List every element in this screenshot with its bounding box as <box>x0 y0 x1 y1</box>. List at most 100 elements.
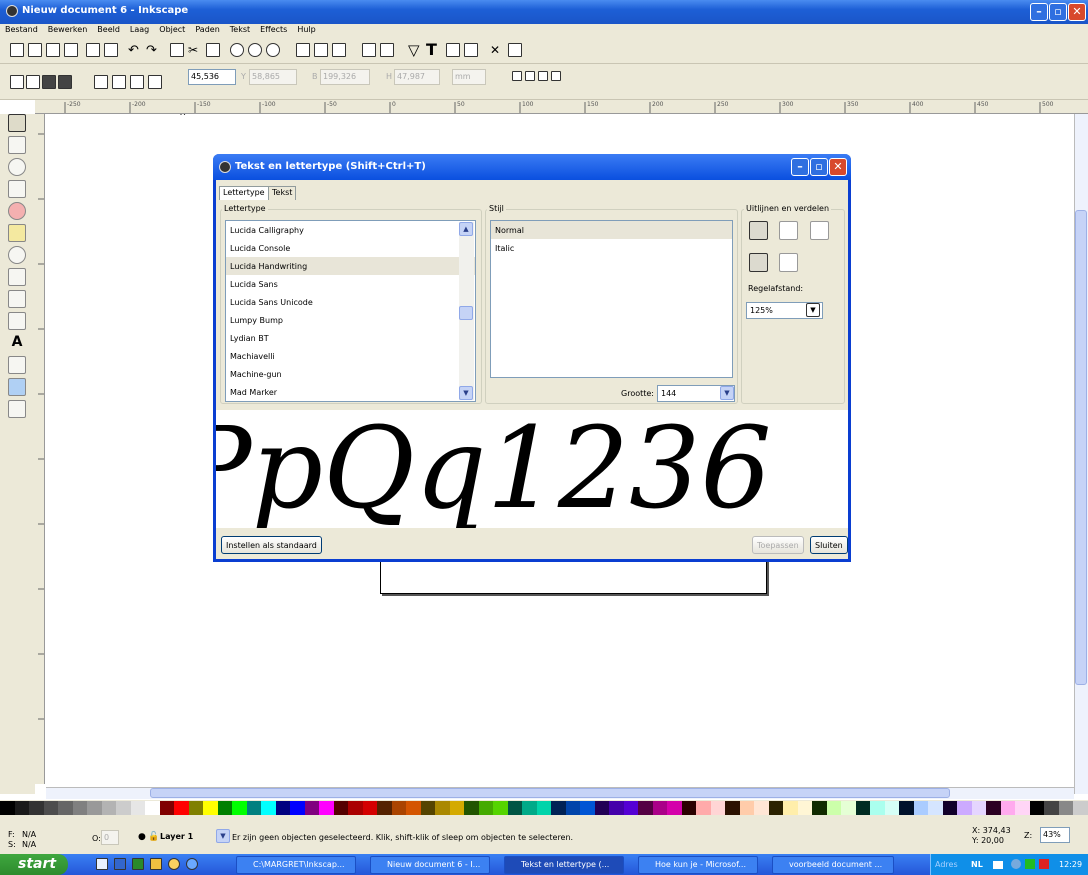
menu-effects[interactable]: Effects <box>255 24 292 34</box>
flip-vertical-icon[interactable] <box>58 75 72 89</box>
excel-icon[interactable] <box>132 858 144 870</box>
palette-swatch[interactable] <box>275 801 290 815</box>
start-button[interactable]: start <box>0 854 68 875</box>
explorer-icon[interactable] <box>150 858 162 870</box>
list-item[interactable]: Normal <box>491 221 732 239</box>
palette-swatch[interactable] <box>1073 801 1088 815</box>
palette-swatch[interactable] <box>957 801 972 815</box>
tray-app-icon[interactable] <box>1011 859 1021 869</box>
line-spacing-dropdown-icon[interactable]: ▼ <box>806 303 820 317</box>
opacity-input[interactable]: 0 <box>101 830 119 845</box>
close-button[interactable]: Sluiten <box>810 536 848 554</box>
zoom-drawing-icon[interactable] <box>248 43 262 57</box>
palette-swatch[interactable] <box>406 801 421 815</box>
vertical-text-icon[interactable] <box>779 253 798 272</box>
menu-object[interactable]: Object <box>154 24 190 34</box>
raise-icon[interactable] <box>112 75 126 89</box>
quicklaunch-icon[interactable] <box>96 858 108 870</box>
tray-antivirus-icon[interactable] <box>1039 859 1049 869</box>
text-tool-icon[interactable]: A <box>8 334 26 352</box>
import-icon[interactable] <box>86 43 100 57</box>
list-item[interactable]: Machine-gun <box>226 365 475 383</box>
palette-swatch[interactable] <box>971 801 986 815</box>
palette-swatch[interactable] <box>783 801 798 815</box>
task-text-dialog[interactable]: Tekst en lettertype (... <box>504 856 624 874</box>
palette-swatch[interactable] <box>623 801 638 815</box>
fill-stroke-icon[interactable]: ▽ <box>408 41 422 59</box>
zoom-tool-icon[interactable] <box>8 158 26 176</box>
palette-swatch[interactable] <box>261 801 276 815</box>
task-word-1[interactable]: Hoe kun je - Microsof... <box>638 856 758 874</box>
minimize-icon[interactable]: – <box>1030 3 1048 21</box>
tray-security-icon[interactable] <box>1025 859 1035 869</box>
list-item[interactable]: Lumpy Bump <box>226 311 475 329</box>
palette-swatch[interactable] <box>696 801 711 815</box>
palette-swatch[interactable] <box>333 801 348 815</box>
network-icon[interactable] <box>993 861 1003 869</box>
dropper-tool-icon[interactable] <box>8 400 26 418</box>
dialog-titlebar[interactable]: Tekst en lettertype (Shift+Ctrl+T) – ▫ ✕ <box>213 154 851 180</box>
list-item[interactable]: Lucida Calligraphy <box>226 221 475 239</box>
move-patterns-icon[interactable] <box>551 71 561 81</box>
preferences-icon[interactable]: ✕ <box>490 43 504 57</box>
palette-swatch[interactable] <box>580 801 595 815</box>
palette-swatch[interactable] <box>362 801 377 815</box>
save-icon[interactable] <box>46 43 60 57</box>
palette-swatch[interactable] <box>768 801 783 815</box>
internet-explorer-icon[interactable] <box>186 858 198 870</box>
layer-visibility-icon[interactable]: ● <box>138 832 146 842</box>
palette-swatch[interactable] <box>159 801 174 815</box>
language-indicator[interactable]: NL <box>971 860 983 869</box>
task-word-2[interactable]: voorbeeld document ... <box>772 856 894 874</box>
flip-horizontal-icon[interactable] <box>42 75 56 89</box>
palette-swatch[interactable] <box>594 801 609 815</box>
dialog-minimize-icon[interactable]: – <box>791 158 809 176</box>
dialog-maximize-icon[interactable]: ▫ <box>810 158 828 176</box>
palette-swatch[interactable] <box>72 801 87 815</box>
w-input[interactable]: 199,326 <box>320 69 370 85</box>
selector-tool-icon[interactable] <box>8 114 26 132</box>
palette-swatch[interactable] <box>1044 801 1059 815</box>
palette-swatch[interactable] <box>681 801 696 815</box>
y-input[interactable]: 58,865 <box>249 69 297 85</box>
align-left-icon[interactable] <box>749 221 768 240</box>
group-icon[interactable] <box>362 43 376 57</box>
align-right-icon[interactable] <box>810 221 829 240</box>
menu-paden[interactable]: Paden <box>190 24 224 34</box>
palette-swatch[interactable] <box>217 801 232 815</box>
palette-swatch[interactable] <box>986 801 1001 815</box>
rotate-90-ccw-icon[interactable] <box>10 75 24 89</box>
rotate-90-cw-icon[interactable] <box>26 75 40 89</box>
raise-to-top-icon[interactable] <box>94 75 108 89</box>
dialog-close-icon[interactable]: ✕ <box>829 158 847 176</box>
menu-bewerken[interactable]: Bewerken <box>43 24 93 34</box>
menu-bestand[interactable]: Bestand <box>0 24 43 34</box>
palette-swatch[interactable] <box>130 801 145 815</box>
pencil-tool-icon[interactable] <box>8 268 26 286</box>
palette-swatch[interactable] <box>29 801 44 815</box>
word-icon[interactable] <box>114 858 126 870</box>
layer-select[interactable]: Layer 1 <box>160 832 193 841</box>
palette-swatch[interactable] <box>841 801 856 815</box>
apply-button[interactable]: Toepassen <box>752 536 804 554</box>
task-inkscape[interactable]: Nieuw document 6 - I... <box>370 856 490 874</box>
palette-swatch[interactable] <box>928 801 943 815</box>
list-item[interactable]: Lucida Sans Unicode <box>226 293 475 311</box>
color-palette[interactable] <box>0 800 1088 816</box>
palette-swatch[interactable] <box>855 801 870 815</box>
unlink-clone-icon[interactable] <box>332 43 346 57</box>
connector-tool-icon[interactable] <box>8 356 26 374</box>
vertical-scrollbar-thumb[interactable] <box>1075 210 1087 685</box>
palette-swatch[interactable] <box>246 801 261 815</box>
palette-swatch[interactable] <box>638 801 653 815</box>
align-distribute-icon[interactable] <box>464 43 478 57</box>
ungroup-icon[interactable] <box>380 43 394 57</box>
x-input[interactable]: 45,536 <box>188 69 236 85</box>
palette-swatch[interactable] <box>1000 801 1015 815</box>
lower-to-bottom-icon[interactable] <box>148 75 162 89</box>
scroll-up-icon[interactable]: ▲ <box>459 222 473 236</box>
palette-swatch[interactable] <box>826 801 841 815</box>
palette-swatch[interactable] <box>391 801 406 815</box>
palette-swatch[interactable] <box>87 801 102 815</box>
font-list-thumb[interactable] <box>459 306 473 320</box>
